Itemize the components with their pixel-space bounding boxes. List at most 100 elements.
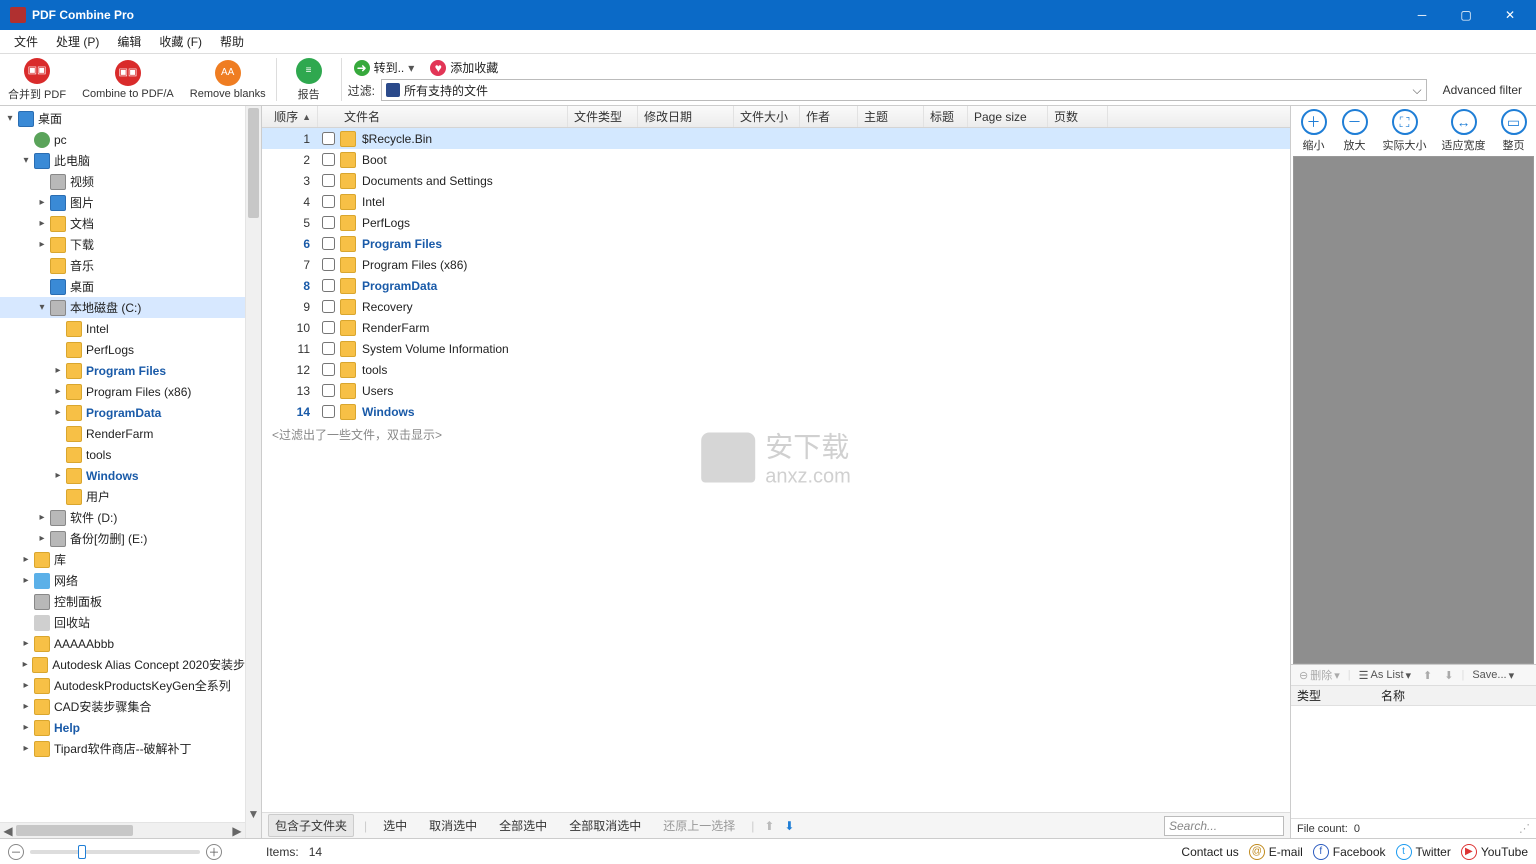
menu-item[interactable]: 帮助 bbox=[212, 31, 252, 52]
tree-node[interactable]: ▸CAD安装步骤集合 bbox=[0, 696, 245, 717]
tree-node[interactable]: ▸AAAAAbbb bbox=[0, 633, 245, 654]
row-checkbox[interactable] bbox=[322, 279, 335, 292]
file-row[interactable]: 8ProgramData bbox=[262, 275, 1290, 296]
tree-node[interactable]: ▾本地磁盘 (C:) bbox=[0, 297, 245, 318]
tree-node[interactable]: ▸用户 bbox=[0, 486, 245, 507]
expand-caret-icon[interactable]: ▸ bbox=[20, 680, 32, 691]
tree-node[interactable]: ▸ProgramData bbox=[0, 402, 245, 423]
expand-caret-icon[interactable]: ▸ bbox=[52, 365, 64, 376]
list-down-icon[interactable]: ⬇ bbox=[1440, 668, 1457, 683]
tree-node[interactable]: ▸下载 bbox=[0, 234, 245, 255]
row-checkbox[interactable] bbox=[322, 132, 335, 145]
check-button[interactable]: 选中 bbox=[377, 815, 413, 836]
queue-list-body[interactable] bbox=[1291, 706, 1536, 818]
expand-caret-icon[interactable]: ▸ bbox=[20, 743, 32, 754]
expand-caret-icon[interactable]: ▸ bbox=[36, 533, 48, 544]
tree-vertical-scrollbar[interactable]: ▲ ▼ bbox=[245, 106, 261, 838]
as-list-button[interactable]: ☰ As List▾ bbox=[1355, 668, 1415, 683]
tree-node[interactable]: ▾桌面 bbox=[0, 108, 245, 129]
file-row[interactable]: 4Intel bbox=[262, 191, 1290, 212]
expand-caret-icon[interactable]: ▸ bbox=[20, 575, 32, 586]
file-list-header[interactable]: 顺序▲ 文件名 文件类型 修改日期 文件大小 作者 主题 标题 Page siz… bbox=[262, 106, 1290, 128]
file-row[interactable]: 11System Volume Information bbox=[262, 338, 1290, 359]
tree-node[interactable]: ▸PerfLogs bbox=[0, 339, 245, 360]
contact-us-link[interactable]: Contact us bbox=[1181, 845, 1238, 859]
close-button[interactable]: ✕ bbox=[1488, 0, 1532, 30]
tree-node[interactable]: ▸图片 bbox=[0, 192, 245, 213]
row-checkbox[interactable] bbox=[322, 237, 335, 250]
row-checkbox[interactable] bbox=[322, 384, 335, 397]
expand-caret-icon[interactable]: ▸ bbox=[20, 722, 32, 733]
tree-zoom-slider[interactable]: － ＋ bbox=[8, 844, 254, 860]
row-checkbox[interactable] bbox=[322, 405, 335, 418]
expand-caret-icon[interactable]: ▸ bbox=[36, 239, 48, 250]
expand-caret-icon[interactable]: ▸ bbox=[36, 197, 48, 208]
expand-caret-icon[interactable]: ▸ bbox=[20, 659, 30, 670]
menu-item[interactable]: 处理 (P) bbox=[48, 31, 107, 52]
goto-button[interactable]: ➜ 转到..▾ bbox=[348, 58, 421, 77]
tree-node[interactable]: ▸视频 bbox=[0, 171, 245, 192]
file-list-body[interactable]: 1$Recycle.Bin2Boot3Documents and Setting… bbox=[262, 128, 1290, 812]
expand-caret-icon[interactable]: ▸ bbox=[36, 512, 48, 523]
tree-node[interactable]: ▸控制面板 bbox=[0, 591, 245, 612]
tree-node[interactable]: ▸库 bbox=[0, 549, 245, 570]
expand-caret-icon[interactable]: ▸ bbox=[20, 554, 32, 565]
row-checkbox[interactable] bbox=[322, 174, 335, 187]
expand-caret-icon[interactable]: ▾ bbox=[4, 113, 16, 124]
file-row[interactable]: 5PerfLogs bbox=[262, 212, 1290, 233]
resize-grip-icon[interactable]: ⋰ bbox=[1519, 822, 1530, 835]
filter-hint[interactable]: <过滤出了一些文件，双击显示> bbox=[262, 422, 1290, 447]
uncheck-all-button[interactable]: 全部取消选中 bbox=[563, 815, 647, 836]
advanced-filter-link[interactable]: Advanced filter bbox=[1433, 83, 1532, 97]
expand-caret-icon[interactable]: ▸ bbox=[36, 218, 48, 229]
row-checkbox[interactable] bbox=[322, 216, 335, 229]
row-checkbox[interactable] bbox=[322, 258, 335, 271]
tree-node[interactable]: ▸备份[勿删] (E:) bbox=[0, 528, 245, 549]
expand-caret-icon[interactable]: ▸ bbox=[20, 638, 32, 649]
expand-caret-icon[interactable]: ▸ bbox=[52, 407, 64, 418]
tree-node[interactable]: ▸桌面 bbox=[0, 276, 245, 297]
row-checkbox[interactable] bbox=[322, 342, 335, 355]
filter-dropdown[interactable]: 所有支持的文件 ⌵ bbox=[381, 79, 1427, 101]
move-up-icon[interactable]: ⬆ bbox=[764, 819, 774, 833]
zoom-in-button[interactable]: －放大 bbox=[1342, 109, 1368, 153]
expand-caret-icon[interactable]: ▸ bbox=[52, 386, 64, 397]
include-subfolders-button[interactable]: 包含子文件夹 bbox=[268, 814, 354, 837]
add-favorite-button[interactable]: ♥ 添加收藏 bbox=[424, 58, 504, 77]
save-list-button[interactable]: Save... ▾ bbox=[1468, 668, 1518, 683]
minimize-button[interactable]: ─ bbox=[1400, 0, 1444, 30]
file-row[interactable]: 2Boot bbox=[262, 149, 1290, 170]
tree-node[interactable]: ▸软件 (D:) bbox=[0, 507, 245, 528]
file-row[interactable]: 13Users bbox=[262, 380, 1290, 401]
restore-selection-button[interactable]: 还原上一选择 bbox=[657, 815, 741, 836]
tree-node[interactable]: ▸Program Files bbox=[0, 360, 245, 381]
combine-pdf-button[interactable]: ▣▣ 合并到 PDF bbox=[0, 54, 74, 105]
tree-node[interactable]: ▸网络 bbox=[0, 570, 245, 591]
fit-width-button[interactable]: ↔适应宽度 bbox=[1442, 109, 1486, 153]
tree-node[interactable]: ▸音乐 bbox=[0, 255, 245, 276]
tree-node[interactable]: ▸文档 bbox=[0, 213, 245, 234]
uncheck-button[interactable]: 取消选中 bbox=[423, 815, 483, 836]
report-button[interactable]: ≡ 报告 bbox=[279, 54, 339, 105]
tree-node[interactable]: ▸pc bbox=[0, 129, 245, 150]
tree-node[interactable]: ▾此电脑 bbox=[0, 150, 245, 171]
menu-item[interactable]: 编辑 bbox=[109, 31, 149, 52]
tree-node[interactable]: ▸tools bbox=[0, 444, 245, 465]
facebook-link[interactable]: fFacebook bbox=[1313, 844, 1386, 860]
actual-size-button[interactable]: ⛶实际大小 bbox=[1383, 109, 1427, 153]
maximize-button[interactable]: ▢ bbox=[1444, 0, 1488, 30]
file-row[interactable]: 14Windows bbox=[262, 401, 1290, 422]
tree-node[interactable]: ▸Autodesk Alias Concept 2020安装步 bbox=[0, 654, 245, 675]
file-row[interactable]: 10RenderFarm bbox=[262, 317, 1290, 338]
expand-caret-icon[interactable]: ▸ bbox=[20, 701, 32, 712]
search-input[interactable]: Search... bbox=[1164, 816, 1284, 836]
menu-item[interactable]: 收藏 (F) bbox=[151, 31, 210, 52]
file-row[interactable]: 9Recovery bbox=[262, 296, 1290, 317]
check-all-button[interactable]: 全部选中 bbox=[493, 815, 553, 836]
tree-node[interactable]: ▸Intel bbox=[0, 318, 245, 339]
tree-node[interactable]: ▸Program Files (x86) bbox=[0, 381, 245, 402]
zoom-plus-icon[interactable]: ＋ bbox=[206, 844, 222, 860]
zoom-out-button[interactable]: ＋缩小 bbox=[1301, 109, 1327, 153]
row-checkbox[interactable] bbox=[322, 300, 335, 313]
tree-node[interactable]: ▸回收站 bbox=[0, 612, 245, 633]
